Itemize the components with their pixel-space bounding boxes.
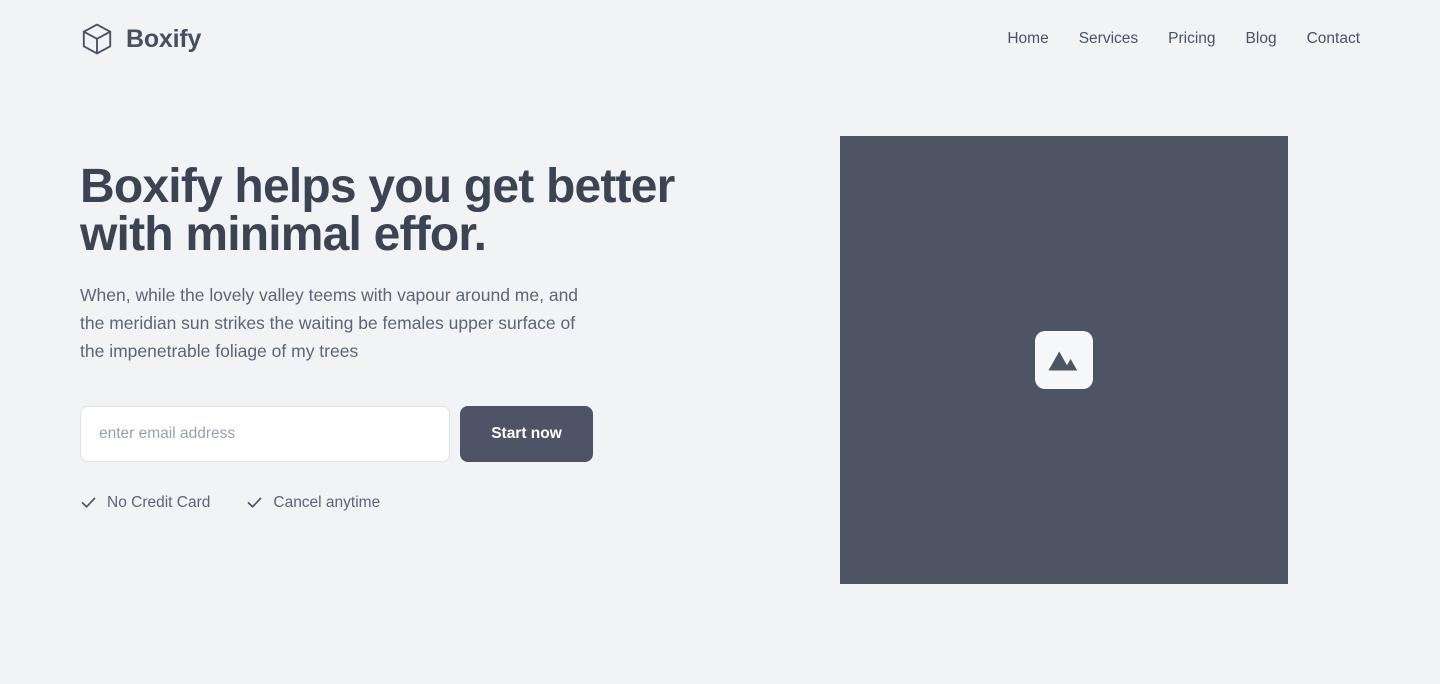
image-placeholder-badge [1035,331,1093,389]
feature-label: Cancel anytime [273,493,381,511]
hero-section: Boxify helps you get better with minimal… [0,0,1440,684]
feature-item-cancel-anytime: Cancel anytime [246,494,380,511]
hero-copy: Boxify helps you get better with minimal… [80,163,700,365]
feature-item-no-credit-card: No Credit Card [80,494,210,511]
check-icon [246,494,263,511]
hero-image-panel [840,136,1288,584]
signup-form: Start now [80,406,593,462]
image-placeholder-icon [1046,345,1082,375]
hero-subtitle: When, while the lovely valley teems with… [80,285,579,361]
feature-label: No Credit Card [107,493,211,511]
check-icon [80,494,97,511]
start-now-button[interactable]: Start now [460,406,593,462]
feature-list: No Credit Card Cancel anytime [80,494,380,511]
email-input[interactable] [80,406,450,462]
hero-title: Boxify helps you get better with minimal… [80,160,675,261]
